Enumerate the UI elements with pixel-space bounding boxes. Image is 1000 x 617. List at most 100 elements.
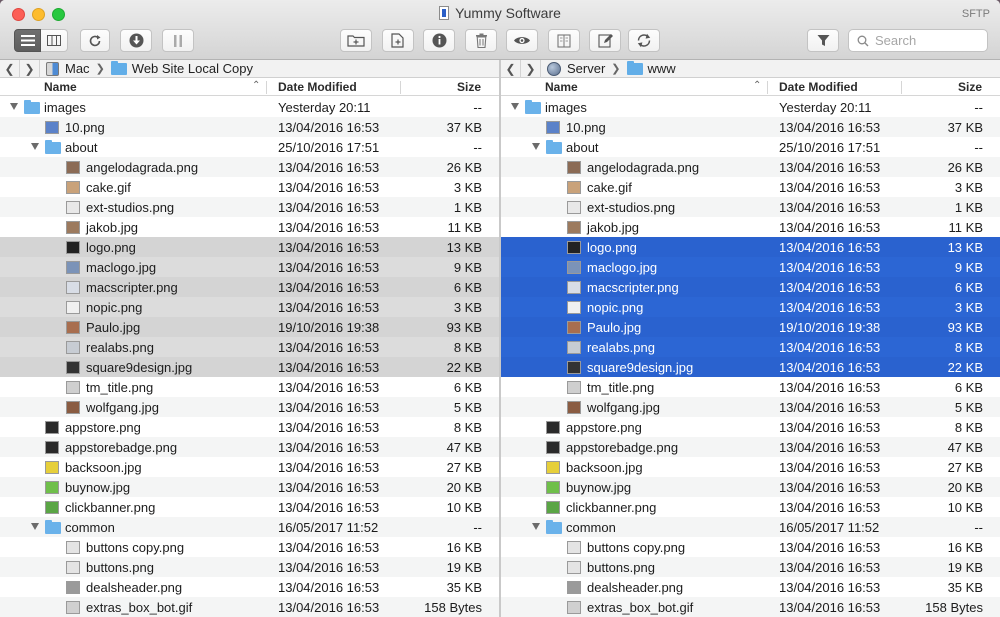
forward-button[interactable]: ❯	[20, 60, 40, 78]
file-row[interactable]: tm_title.png 13/04/2016 16:53 6 KB	[501, 377, 1000, 397]
file-row[interactable]: buttons copy.png 13/04/2016 16:53 16 KB	[0, 537, 499, 557]
file-row[interactable]: ext-studios.png 13/04/2016 16:53 1 KB	[501, 197, 1000, 217]
disclosure-triangle-icon[interactable]	[532, 143, 540, 150]
file-row[interactable]: buttons.png 13/04/2016 16:53 19 KB	[0, 557, 499, 577]
folder-row[interactable]: common 16/05/2017 11:52 --	[501, 517, 1000, 537]
file-row[interactable]: appstore.png 13/04/2016 16:53 8 KB	[0, 417, 499, 437]
back-button[interactable]: ❮	[501, 60, 521, 78]
preview-button[interactable]	[506, 29, 538, 52]
file-row[interactable]: macscripter.png 13/04/2016 16:53 6 KB	[0, 277, 499, 297]
refresh-button[interactable]	[80, 29, 110, 52]
pause-button[interactable]	[162, 29, 194, 52]
breadcrumb-item-mac[interactable]: Mac	[65, 61, 90, 76]
folder-row[interactable]: about 25/10/2016 17:51 --	[0, 137, 499, 157]
file-row[interactable]: realabs.png 13/04/2016 16:53 8 KB	[0, 337, 499, 357]
info-button[interactable]	[423, 29, 455, 52]
disclosure-triangle-icon[interactable]	[31, 523, 39, 530]
file-name: Paulo.jpg	[86, 320, 141, 335]
file-row[interactable]: angelodagrada.png 13/04/2016 16:53 26 KB	[501, 157, 1000, 177]
column-separator[interactable]	[767, 81, 768, 94]
file-row[interactable]: logo.png 13/04/2016 16:53 13 KB	[501, 237, 1000, 257]
file-row[interactable]: 10.png 13/04/2016 16:53 37 KB	[0, 117, 499, 137]
compare-button[interactable]	[548, 29, 580, 52]
file-row[interactable]: buynow.jpg 13/04/2016 16:53 20 KB	[0, 477, 499, 497]
file-name: backsoon.jpg	[566, 460, 643, 475]
file-size: 20 KB	[446, 480, 482, 495]
date-column-header[interactable]: Date Modified	[779, 80, 858, 94]
new-folder-button[interactable]	[340, 29, 372, 52]
disclosure-triangle-icon[interactable]	[511, 103, 519, 110]
file-row[interactable]: wolfgang.jpg 13/04/2016 16:53 5 KB	[501, 397, 1000, 417]
file-row[interactable]: 10.png 13/04/2016 16:53 37 KB	[501, 117, 1000, 137]
file-size: --	[974, 100, 983, 115]
list-view-button[interactable]	[14, 29, 41, 52]
folder-row[interactable]: images Yesterday 20:11 --	[501, 97, 1000, 117]
disclosure-triangle-icon[interactable]	[10, 103, 18, 110]
file-row[interactable]: maclogo.jpg 13/04/2016 16:53 9 KB	[0, 257, 499, 277]
file-row[interactable]: tm_title.png 13/04/2016 16:53 6 KB	[0, 377, 499, 397]
file-row[interactable]: nopic.png 13/04/2016 16:53 3 KB	[501, 297, 1000, 317]
file-row[interactable]: wolfgang.jpg 13/04/2016 16:53 5 KB	[0, 397, 499, 417]
file-row[interactable]: clickbanner.png 13/04/2016 16:53 10 KB	[0, 497, 499, 517]
file-row[interactable]: cake.gif 13/04/2016 16:53 3 KB	[501, 177, 1000, 197]
remote-pane: ❮ ❯ Server ❯ www Name ⌃ Date Modified Si…	[501, 60, 1000, 617]
file-thumbnail-icon	[567, 241, 581, 254]
disclosure-triangle-icon[interactable]	[532, 523, 540, 530]
file-row[interactable]: extras_box_bot.gif 13/04/2016 16:53 158 By…	[0, 597, 499, 617]
file-row[interactable]: nopic.png 13/04/2016 16:53 3 KB	[0, 297, 499, 317]
file-row[interactable]: backsoon.jpg 13/04/2016 16:53 27 KB	[501, 457, 1000, 477]
folder-row[interactable]: about 25/10/2016 17:51 --	[501, 137, 1000, 157]
name-column-header[interactable]: Name	[44, 80, 77, 94]
file-row[interactable]: Paulo.jpg 19/10/2016 19:38 93 KB	[0, 317, 499, 337]
size-column-header[interactable]: Size	[457, 80, 481, 94]
file-row[interactable]: angelodagrada.png 13/04/2016 16:53 26 KB	[0, 157, 499, 177]
column-separator[interactable]	[266, 81, 267, 94]
file-row[interactable]: backsoon.jpg 13/04/2016 16:53 27 KB	[0, 457, 499, 477]
search-input[interactable]	[875, 32, 983, 49]
file-row[interactable]: buynow.jpg 13/04/2016 16:53 20 KB	[501, 477, 1000, 497]
file-row[interactable]: extras_box_bot.gif 13/04/2016 16:53 158 By…	[501, 597, 1000, 617]
breadcrumb-item-www[interactable]: www	[648, 61, 676, 76]
column-view-button[interactable]	[41, 29, 68, 52]
file-row[interactable]: jakob.jpg 13/04/2016 16:53 11 KB	[501, 217, 1000, 237]
file-row[interactable]: jakob.jpg 13/04/2016 16:53 11 KB	[0, 217, 499, 237]
size-column-header[interactable]: Size	[958, 80, 982, 94]
file-row[interactable]: macscripter.png 13/04/2016 16:53 6 KB	[501, 277, 1000, 297]
file-row[interactable]: logo.png 13/04/2016 16:53 13 KB	[0, 237, 499, 257]
column-separator[interactable]	[901, 81, 902, 94]
file-row[interactable]: clickbanner.png 13/04/2016 16:53 10 KB	[501, 497, 1000, 517]
date-column-header[interactable]: Date Modified	[278, 80, 357, 94]
forward-button[interactable]: ❯	[521, 60, 541, 78]
delete-button[interactable]	[465, 29, 497, 52]
search-field[interactable]	[848, 29, 988, 52]
file-row[interactable]: square9design.jpg 13/04/2016 16:53 22 KB	[501, 357, 1000, 377]
folder-row[interactable]: images Yesterday 20:11 --	[0, 97, 499, 117]
file-row[interactable]: appstore.png 13/04/2016 16:53 8 KB	[501, 417, 1000, 437]
file-row[interactable]: appstorebadge.png 13/04/2016 16:53 47 KB	[0, 437, 499, 457]
disclosure-triangle-icon[interactable]	[31, 143, 39, 150]
column-separator[interactable]	[400, 81, 401, 94]
folder-row[interactable]: common 16/05/2017 11:52 --	[0, 517, 499, 537]
file-date: 13/04/2016 16:53	[779, 500, 881, 515]
edit-button[interactable]	[589, 29, 621, 52]
file-row[interactable]: dealsheader.png 13/04/2016 16:53 35 KB	[501, 577, 1000, 597]
file-size: 93 KB	[947, 320, 983, 335]
download-button[interactable]	[120, 29, 152, 52]
file-row[interactable]: cake.gif 13/04/2016 16:53 3 KB	[0, 177, 499, 197]
file-row[interactable]: square9design.jpg 13/04/2016 16:53 22 KB	[0, 357, 499, 377]
file-row[interactable]: ext-studios.png 13/04/2016 16:53 1 KB	[0, 197, 499, 217]
file-row[interactable]: dealsheader.png 13/04/2016 16:53 35 KB	[0, 577, 499, 597]
back-button[interactable]: ❮	[0, 60, 20, 78]
file-row[interactable]: appstorebadge.png 13/04/2016 16:53 47 KB	[501, 437, 1000, 457]
file-row[interactable]: Paulo.jpg 19/10/2016 19:38 93 KB	[501, 317, 1000, 337]
file-row[interactable]: maclogo.jpg 13/04/2016 16:53 9 KB	[501, 257, 1000, 277]
sync-button[interactable]	[628, 29, 660, 52]
filter-button[interactable]	[807, 29, 839, 52]
file-row[interactable]: buttons copy.png 13/04/2016 16:53 16 KB	[501, 537, 1000, 557]
name-column-header[interactable]: Name	[545, 80, 578, 94]
file-row[interactable]: buttons.png 13/04/2016 16:53 19 KB	[501, 557, 1000, 577]
breadcrumb-item-server[interactable]: Server	[567, 61, 605, 76]
file-row[interactable]: realabs.png 13/04/2016 16:53 8 KB	[501, 337, 1000, 357]
new-file-button[interactable]	[382, 29, 414, 52]
breadcrumb-item-local-copy[interactable]: Web Site Local Copy	[132, 61, 253, 76]
